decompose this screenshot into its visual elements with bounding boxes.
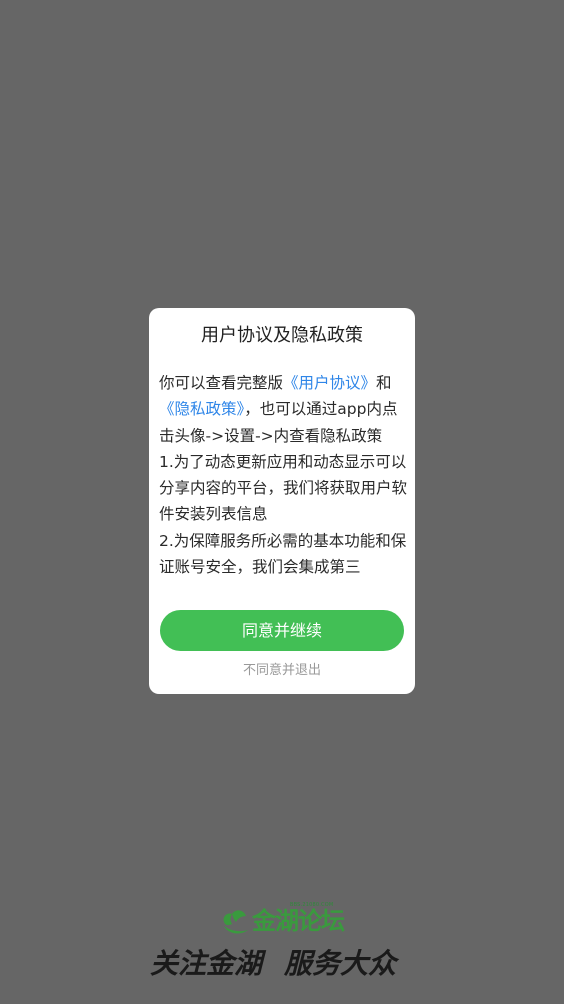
slogan-part-1: 关注金湖 xyxy=(150,947,263,980)
privacy-policy-link[interactable]: 《隐私政策》 xyxy=(159,400,244,418)
user-agreement-link[interactable]: 《用户协议》 xyxy=(283,374,376,392)
dialog-title: 用户协议及隐私政策 xyxy=(201,325,363,346)
intro-prefix: 你可以查看完整版 xyxy=(159,374,284,392)
slogan-part-2: 服务大众 xyxy=(284,947,397,980)
dialog-item-1: 1.为了动态更新应用和动态显示可以分享内容的平台，我们将获取用户软件安装列表信息 xyxy=(159,452,407,524)
dialog-body-scroll[interactable]: 你可以查看完整版《用户协议》和《隐私政策》，也可以通过app内点击头像->设置-… xyxy=(159,370,407,606)
agree-continue-button[interactable]: 同意并继续 xyxy=(160,610,404,651)
and-text: 和 xyxy=(376,374,392,392)
slogan: 关注金湖 服务大众 xyxy=(150,946,410,982)
privacy-dialog: 用户协议及隐私政策 你可以查看完整版《用户协议》和《隐私政策》，也可以通过app… xyxy=(149,308,415,694)
logo-text: 金湖论坛 xyxy=(252,907,345,935)
dialog-item-2: 2.为保障服务所必需的基本功能和保证账号安全，我们会集成第三 xyxy=(159,531,407,577)
dialog-intro: 你可以查看完整版《用户协议》和《隐私政策》，也可以通过app内点击头像->设置-… xyxy=(159,370,407,449)
decline-exit-button[interactable]: 不同意并退出 xyxy=(149,662,415,680)
